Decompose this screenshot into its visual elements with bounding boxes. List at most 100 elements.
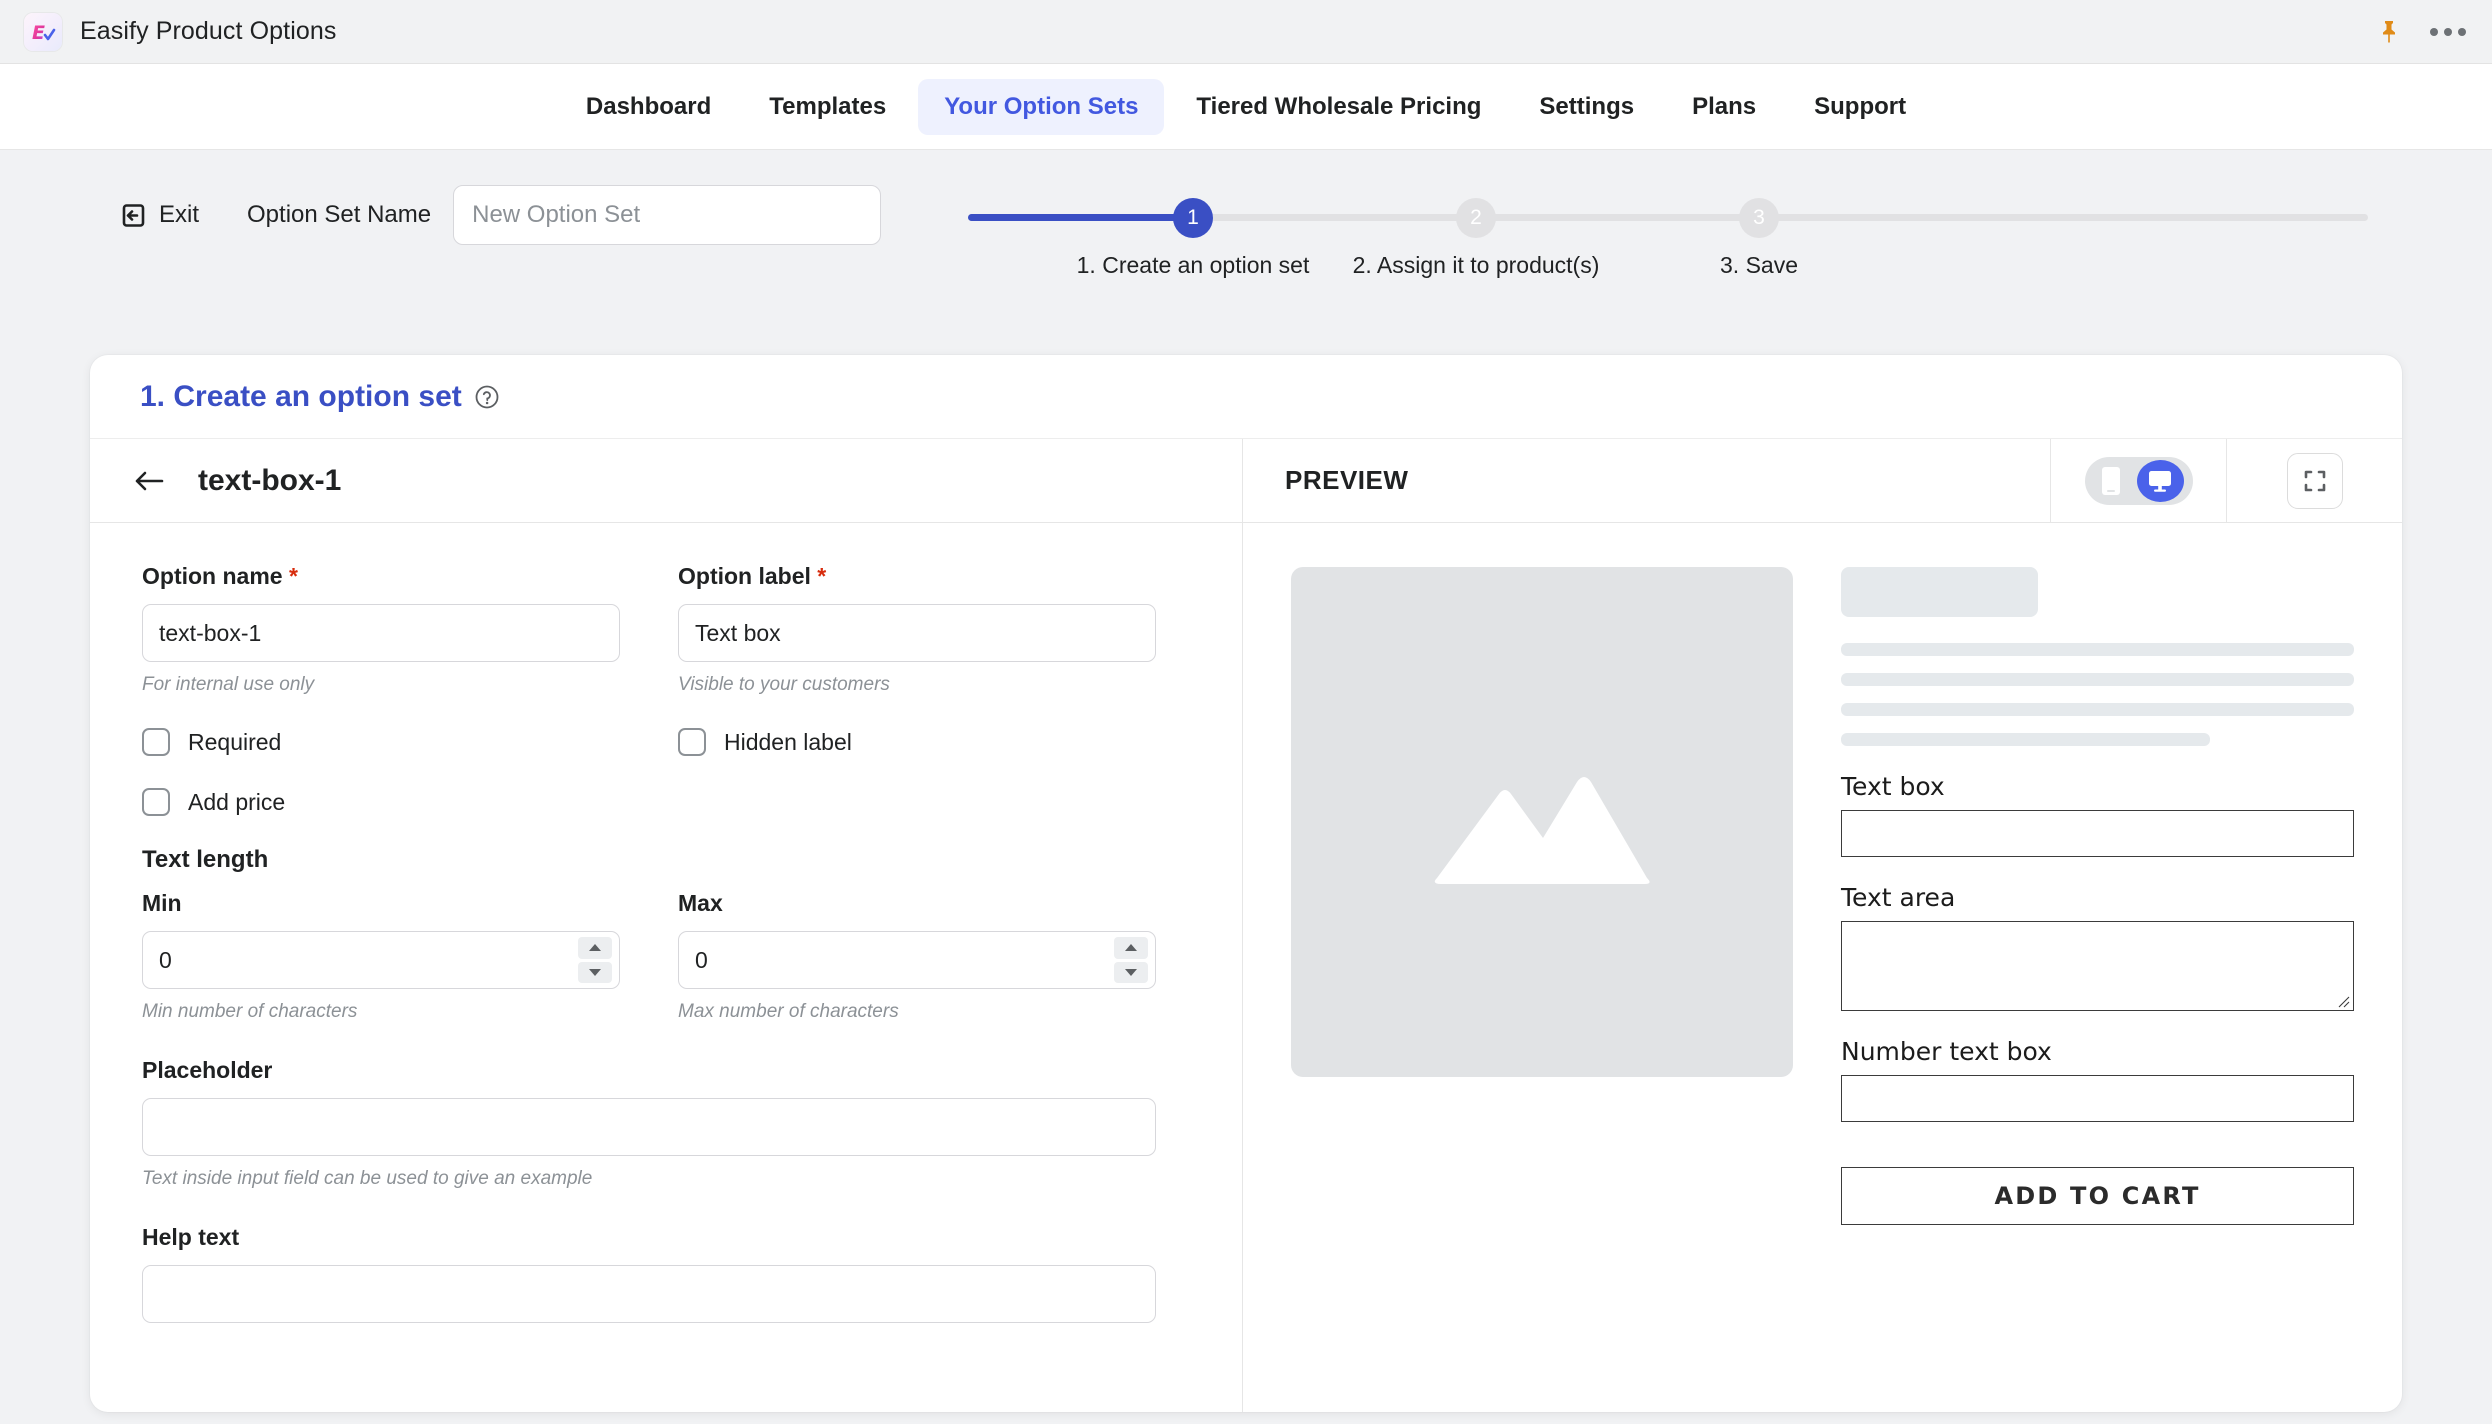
add-price-checkbox-row[interactable]: Add price [142, 788, 620, 816]
option-label-label: Option label * [678, 563, 1156, 590]
help-text-input[interactable] [142, 1265, 1156, 1323]
min-length-label: Min [142, 890, 620, 917]
preview-product-form: Text box Text area Number text box ADD T… [1841, 567, 2354, 1225]
stepper-node-1[interactable]: 1 [1173, 198, 1213, 238]
more-options-icon[interactable] [2430, 28, 2466, 36]
option-label-label-text: Option label [678, 563, 811, 589]
image-placeholder-icon [1427, 760, 1657, 885]
option-set-name-label: Option Set Name [247, 201, 431, 229]
chevron-up-icon [589, 944, 601, 951]
mobile-view-button[interactable] [2088, 460, 2135, 502]
help-text-label: Help text [142, 1224, 1190, 1251]
wizard-stepper: 1 1. Create an option set 2 2. Assign it… [968, 180, 2368, 280]
fullscreen-button[interactable] [2287, 453, 2343, 509]
card-header: 1. Create an option set [90, 355, 2402, 439]
preview-title: PREVIEW [1285, 465, 1408, 496]
min-length-field: Min Min number of characters [142, 890, 620, 1023]
option-set-card: 1. Create an option set text-box-1 [90, 355, 2402, 1412]
max-length-decrement-button[interactable] [1114, 962, 1148, 984]
skeleton-line [1841, 643, 2354, 656]
skeleton-line [1841, 673, 2354, 686]
placeholder-helper: Text inside input field can be used to g… [142, 1168, 1190, 1190]
stepper-node-3[interactable]: 3 [1739, 198, 1779, 238]
required-checkbox-label: Required [188, 729, 281, 756]
preview-number-text-box-input[interactable] [1841, 1075, 2354, 1122]
max-length-helper: Max number of characters [678, 1001, 1156, 1023]
option-label-field: Option label * Visible to your customers… [678, 563, 1156, 816]
wizard-toolbar: Exit Option Set Name 1 1. Create an opti… [0, 150, 2492, 280]
preview-text-area-label: Text area [1841, 883, 2354, 912]
placeholder-field: Placeholder Text inside input field can … [142, 1057, 1190, 1190]
chevron-down-icon [1125, 969, 1137, 976]
nav-tab-plans[interactable]: Plans [1666, 79, 1782, 135]
exit-icon [120, 202, 147, 229]
fullscreen-icon [2302, 468, 2328, 494]
skeleton-title [1841, 567, 2038, 617]
nav-tab-your-option-sets[interactable]: Your Option Sets [918, 79, 1164, 135]
add-to-cart-button[interactable]: ADD TO CART [1841, 1167, 2354, 1225]
hidden-label-checkbox[interactable] [678, 728, 706, 756]
preview-text-area-input[interactable] [1841, 921, 2354, 1011]
hidden-label-checkbox-row[interactable]: Hidden label [678, 728, 1156, 756]
required-checkbox-row[interactable]: Required [142, 728, 620, 756]
app-logo-icon: E [24, 13, 62, 51]
option-set-name-input[interactable] [453, 185, 881, 245]
option-editor-title: text-box-1 [198, 464, 341, 498]
help-circle-icon[interactable] [462, 384, 500, 410]
product-image-placeholder [1291, 567, 1793, 1077]
preview-number-text-box-label: Number text box [1841, 1037, 2354, 1066]
main-navigation: Dashboard Templates Your Option Sets Tie… [0, 64, 2492, 150]
min-length-input[interactable] [142, 931, 620, 989]
preview-header: PREVIEW [1243, 439, 2402, 523]
preview-pane: PREVIEW [1243, 439, 2402, 1412]
option-form: Option name * For internal use only Requ… [90, 523, 1242, 1323]
option-label-input[interactable] [678, 604, 1156, 662]
option-label-helper: Visible to your customers [678, 674, 1156, 696]
pushpin-icon[interactable] [2378, 19, 2400, 45]
max-length-label: Max [678, 890, 1156, 917]
chevron-up-icon [1125, 944, 1137, 951]
expand-cell [2226, 439, 2402, 523]
option-name-input[interactable] [142, 604, 620, 662]
placeholder-input[interactable] [142, 1098, 1156, 1156]
stepper-label-3: 3. Save [1720, 252, 1798, 279]
max-length-stepper[interactable] [1114, 937, 1148, 983]
app-bar: E Easify Product Options [0, 0, 2492, 64]
exit-button[interactable]: Exit [120, 201, 199, 229]
min-length-increment-button[interactable] [578, 937, 612, 959]
max-length-field: Max Max number of characters [678, 890, 1156, 1023]
exit-label: Exit [159, 201, 199, 229]
svg-text:E: E [32, 22, 45, 44]
nav-tab-templates[interactable]: Templates [743, 79, 912, 135]
nav-tab-tiered-wholesale-pricing[interactable]: Tiered Wholesale Pricing [1170, 79, 1507, 135]
max-length-input[interactable] [678, 931, 1156, 989]
preview-text-box-input[interactable] [1841, 810, 2354, 857]
add-price-checkbox[interactable] [142, 788, 170, 816]
option-name-required-marker: * [289, 563, 298, 589]
text-length-section-title: Text length [142, 846, 1190, 874]
back-arrow-icon[interactable] [132, 468, 166, 494]
app-bar-actions [2378, 0, 2466, 64]
option-editor-pane: text-box-1 Option name * For internal us… [90, 439, 1243, 1412]
add-price-checkbox-label: Add price [188, 789, 285, 816]
nav-tab-settings[interactable]: Settings [1513, 79, 1660, 135]
nav-tab-dashboard[interactable]: Dashboard [560, 79, 737, 135]
max-length-increment-button[interactable] [1114, 937, 1148, 959]
name-label-row: Option name * For internal use only Requ… [142, 563, 1190, 816]
desktop-icon [2147, 469, 2173, 493]
device-toggle[interactable] [2085, 457, 2193, 505]
skeleton-line [1841, 733, 2210, 746]
resize-grip-icon [2336, 994, 2350, 1008]
min-length-stepper[interactable] [578, 937, 612, 983]
option-name-helper: For internal use only [142, 674, 620, 696]
stepper-node-2[interactable]: 2 [1456, 198, 1496, 238]
desktop-view-button[interactable] [2137, 460, 2184, 502]
option-editor-header: text-box-1 [90, 439, 1242, 523]
min-length-decrement-button[interactable] [578, 962, 612, 984]
stepper-progress-fill [968, 214, 1191, 221]
device-toggle-cell [2050, 439, 2226, 523]
required-checkbox[interactable] [142, 728, 170, 756]
help-text-field: Help text [142, 1224, 1190, 1323]
hidden-label-checkbox-label: Hidden label [724, 729, 852, 756]
nav-tab-support[interactable]: Support [1788, 79, 1932, 135]
